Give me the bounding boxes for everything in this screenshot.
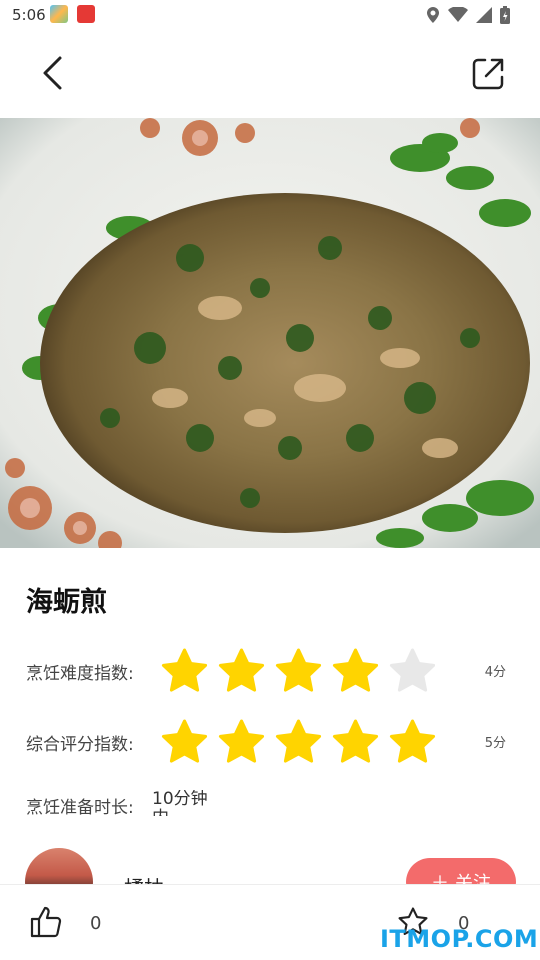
overall-rating-score: 5分 (484, 736, 506, 751)
star-empty-icon (389, 648, 436, 692)
star-filled-icon (332, 648, 379, 692)
location-icon (427, 7, 439, 23)
star-filled-icon (218, 648, 265, 692)
star-filled-icon (275, 719, 322, 763)
recipe-title: 海蛎煎 (26, 587, 107, 618)
site-watermark: ITMOP.COM (380, 925, 539, 953)
star-filled-icon (161, 719, 208, 763)
status-time: 5:06 (12, 6, 46, 24)
back-button[interactable] (30, 50, 74, 96)
share-button[interactable] (466, 52, 510, 96)
top-nav (0, 30, 540, 118)
like-count: 0 (90, 913, 102, 934)
star-filled-icon (161, 648, 208, 692)
prep-time-value: 10分钟内 (152, 790, 208, 816)
status-bar: 5:06 (0, 0, 540, 30)
share-icon (472, 58, 504, 90)
like-button[interactable] (30, 905, 62, 939)
overall-rating-row: 综合评分指数: 5分 (26, 712, 516, 772)
app-notification-icon-red (77, 5, 95, 23)
status-icons (426, 5, 510, 25)
wifi-icon (448, 7, 468, 22)
recipe-hero-image (0, 118, 540, 548)
difficulty-label: 烹饪难度指数: (26, 664, 134, 684)
star-filled-icon (332, 719, 379, 763)
difficulty-rating-row: 烹饪难度指数: 4分 (26, 641, 516, 701)
star-filled-icon (275, 648, 322, 692)
prep-time-label: 烹饪准备时长: (26, 798, 134, 818)
oyster-omelette-photo (0, 118, 540, 548)
app-notification-icon (50, 5, 68, 23)
difficulty-score: 4分 (484, 665, 506, 680)
star-filled-icon (389, 719, 436, 763)
star-filled-icon (218, 719, 265, 763)
battery-icon (500, 6, 510, 24)
difficulty-stars (160, 641, 437, 701)
overall-rating-stars (160, 712, 437, 772)
bottom-action-bar: 0 0 ITMOP.COM (0, 884, 540, 960)
signal-icon (476, 7, 492, 23)
overall-rating-label: 综合评分指数: (26, 735, 134, 755)
thumbs-up-icon (30, 906, 62, 938)
chevron-left-icon (43, 56, 62, 90)
